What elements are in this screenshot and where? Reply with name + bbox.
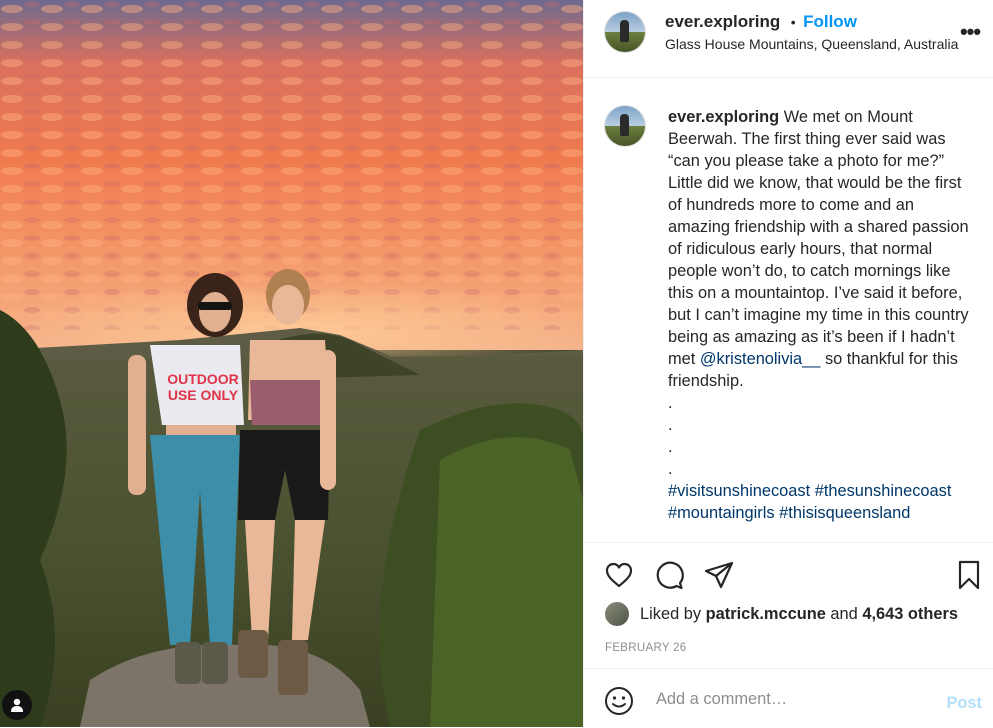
post-photo[interactable]: OUTDOOR USE ONLY [0, 0, 583, 727]
caption-dot: . [668, 438, 673, 456]
bookmark-icon[interactable] [953, 559, 985, 591]
share-icon[interactable] [703, 559, 735, 591]
post-date[interactable]: FEBRUARY 26 [605, 642, 687, 654]
heart-icon[interactable] [603, 559, 635, 591]
caption-area: ever.exploring We met on Mount Beerwah. … [584, 78, 993, 542]
post-actions: Liked by patrick.mccune and 4,643 others… [584, 542, 993, 669]
caption-dot: . [668, 460, 673, 478]
emoji-icon[interactable] [604, 686, 634, 716]
post-location[interactable]: Glass House Mountains, Queensland, Austr… [665, 36, 958, 52]
caption-dot: . [668, 416, 673, 434]
header-title-row: ever.exploring • Follow [665, 12, 857, 32]
comment-input[interactable] [654, 683, 938, 715]
separator-dot: • [790, 14, 796, 30]
likes-prefix: Liked by [640, 605, 706, 623]
mention-link[interactable]: @kristenolivia__ [700, 350, 821, 368]
comment-icon[interactable] [653, 559, 685, 591]
comment-bar: Post [584, 668, 993, 728]
author-username[interactable]: ever.exploring [665, 12, 780, 31]
likes-count[interactable]: 4,643 others [862, 605, 958, 623]
caption-dot: . [668, 394, 673, 412]
caption-author-avatar[interactable] [605, 106, 645, 146]
author-avatar[interactable] [605, 12, 645, 52]
hashtag-link[interactable]: #mountaingirls [668, 504, 775, 522]
more-options-icon[interactable]: ••• [958, 21, 982, 46]
post-details-panel: ever.exploring • Follow Glass House Moun… [583, 0, 993, 727]
shirt-text-line2: USE ONLY [168, 387, 239, 403]
caption-body: We met on Mount Beerwah. The first thing… [668, 108, 969, 368]
follow-button[interactable]: Follow [803, 12, 857, 31]
caption-username[interactable]: ever.exploring [668, 108, 779, 126]
shirt-text-line1: OUTDOOR [167, 371, 239, 387]
hashtag-link[interactable]: #thesunshinecoast [815, 482, 952, 500]
sunset-photo-image: OUTDOOR USE ONLY [0, 0, 583, 727]
post-header: ever.exploring • Follow Glass House Moun… [584, 0, 993, 78]
tagged-user-icon[interactable] [2, 690, 32, 720]
liker-username[interactable]: patrick.mccune [706, 605, 826, 623]
caption-text: ever.exploring We met on Mount Beerwah. … [668, 106, 978, 524]
hashtag-link[interactable]: #thisisqueensland [779, 504, 910, 522]
post-comment-button[interactable]: Post [946, 694, 982, 713]
hashtag-link[interactable]: #visitsunshinecoast [668, 482, 810, 500]
liker-avatar[interactable] [605, 602, 629, 626]
likes-middle: and [825, 605, 863, 623]
likes-summary: Liked by patrick.mccune and 4,643 others [640, 605, 958, 624]
